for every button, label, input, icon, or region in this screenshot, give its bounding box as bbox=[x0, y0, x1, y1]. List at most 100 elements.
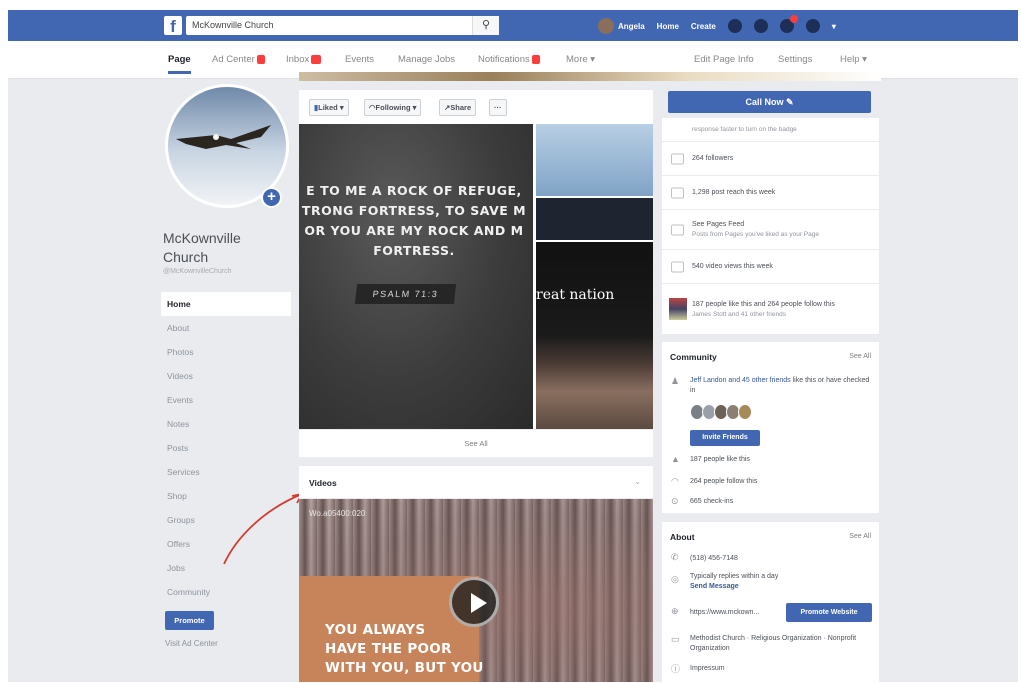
avatar[interactable] bbox=[738, 404, 752, 420]
tab-inbox[interactable]: Inbox bbox=[286, 54, 322, 65]
video-views-row[interactable]: 540 video views this week bbox=[662, 250, 879, 284]
tab-ad-center[interactable]: Ad Center bbox=[212, 54, 265, 65]
left-nav-item[interactable]: Posts bbox=[161, 436, 291, 460]
following-button[interactable]: ◠Following ▾ bbox=[364, 99, 422, 116]
more-options-button[interactable]: ··· bbox=[489, 99, 507, 116]
share-button[interactable]: ↗Share bbox=[439, 99, 477, 116]
left-nav-item[interactable]: Home bbox=[161, 292, 291, 316]
post-reach-row[interactable]: 1,298 post reach this week bbox=[662, 176, 879, 210]
notifications-icon[interactable] bbox=[779, 15, 798, 33]
left-nav-item[interactable]: Notes bbox=[161, 412, 291, 436]
count-badge bbox=[311, 54, 322, 64]
followers-row[interactable]: 264 followers bbox=[662, 142, 879, 176]
website-link[interactable]: https://www.mckown... bbox=[690, 608, 780, 618]
about-title[interactable]: About bbox=[670, 532, 695, 542]
chart-icon bbox=[671, 187, 684, 198]
about-see-all-link[interactable]: See All bbox=[849, 533, 871, 540]
verse-line: FORTRESS. bbox=[373, 243, 455, 258]
search-button[interactable]: ⚲ bbox=[472, 16, 499, 35]
friends-link[interactable]: Jeff Landon and 45 other friends bbox=[690, 377, 791, 384]
browser-frame: f McKownville Church ⚲ Angela Home Creat… bbox=[8, 10, 1018, 682]
video-player[interactable]: Wo.a05400:020 YOU ALWAYS HAVE THE POOR W… bbox=[299, 499, 653, 682]
overlay-line: WITH YOU, BUT YOU bbox=[325, 660, 484, 676]
badge-hint-row: response faster to turn on the badge bbox=[662, 118, 879, 142]
left-nav-item[interactable]: About bbox=[161, 316, 291, 340]
dark-photo[interactable] bbox=[536, 198, 653, 240]
account-menu-icon[interactable]: ▾ bbox=[832, 22, 836, 31]
sky-photo[interactable] bbox=[536, 124, 653, 196]
pages-feed-row[interactable]: See Pages Feed Posts from Pages you've l… bbox=[662, 210, 879, 250]
community-card: Community See All ♟ Jeff Landon and 45 o… bbox=[662, 342, 879, 513]
help-icon[interactable] bbox=[805, 19, 820, 33]
overlay-line: YOU ALWAYS bbox=[325, 622, 426, 638]
left-nav-item[interactable]: Events bbox=[161, 388, 291, 412]
friend-requests-icon[interactable] bbox=[727, 19, 742, 33]
likes-follows-row[interactable]: 187 people like this and 264 people foll… bbox=[662, 284, 879, 334]
user-name: Angela bbox=[618, 21, 645, 31]
left-nav-item[interactable]: Videos bbox=[161, 364, 291, 388]
promote-button[interactable]: Promote bbox=[165, 611, 214, 630]
chevron-down-icon[interactable]: ⌄ bbox=[634, 477, 641, 486]
promote-website-button[interactable]: Promote Website bbox=[786, 603, 872, 622]
checkins-count: 665 check-ins bbox=[690, 498, 734, 505]
liked-button[interactable]: ▮Liked ▾ bbox=[309, 99, 349, 116]
tab-events[interactable]: Events bbox=[345, 54, 374, 65]
tab-help[interactable]: Help ▾ bbox=[840, 54, 867, 65]
rss-icon: ◠ bbox=[671, 476, 679, 486]
search-input[interactable]: McKownville Church bbox=[186, 16, 499, 35]
tab-inbox-label: Inbox bbox=[286, 54, 310, 65]
tab-page[interactable]: Page bbox=[168, 54, 191, 74]
overlay-line: HAVE THE POOR bbox=[325, 641, 452, 657]
facebook-logo[interactable]: f bbox=[164, 16, 182, 36]
page-username[interactable]: @McKownvilleChurch bbox=[163, 268, 232, 275]
phone-number[interactable]: (518) 456-7148 bbox=[690, 554, 870, 564]
tab-settings[interactable]: Settings bbox=[778, 54, 812, 65]
see-all-photos-link[interactable]: See All bbox=[299, 429, 653, 457]
update-profile-picture-button[interactable]: + bbox=[261, 187, 282, 208]
tab-notifications[interactable]: Notifications bbox=[478, 54, 540, 65]
globe-icon: ⊕ bbox=[671, 606, 679, 616]
home-link[interactable]: Home bbox=[657, 22, 679, 31]
call-now-button[interactable]: Call Now ✎ bbox=[668, 91, 871, 113]
left-nav-item[interactable]: Services bbox=[161, 460, 291, 484]
likes-count: 187 people like this bbox=[690, 456, 750, 463]
friends-icon: ♟ bbox=[671, 376, 680, 386]
community-see-all-link[interactable]: See All bbox=[849, 353, 871, 360]
messenger-icon[interactable] bbox=[753, 19, 768, 33]
invite-friends-button[interactable]: Invite Friends bbox=[690, 430, 760, 446]
psalm-photo[interactable]: E TO ME A ROCK OF REFUGE, TRONG FORTRESS… bbox=[299, 124, 533, 429]
video-icon bbox=[671, 261, 684, 272]
verse-text: E TO ME A ROCK OF REFUGE, TRONG FORTRESS… bbox=[299, 181, 539, 261]
profile-link[interactable]: Angela bbox=[598, 18, 645, 34]
play-icon bbox=[471, 593, 487, 613]
likes-follows-text: 187 people like this and 264 people foll… bbox=[692, 300, 835, 308]
badge-hint-text: response faster to turn on the badge bbox=[692, 126, 797, 133]
impressum-link[interactable]: Impressum bbox=[690, 664, 870, 674]
tab-more[interactable]: More ▾ bbox=[566, 54, 595, 65]
tab-edit-page-info[interactable]: Edit Page Info bbox=[694, 54, 754, 65]
tab-ad-center-label: Ad Center bbox=[212, 54, 255, 65]
pages-feed-subtext: Posts from Pages you've liked as your Pa… bbox=[692, 231, 819, 238]
search-icon: ⚲ bbox=[481, 19, 491, 31]
psalm-reference: PSALM 71:3 bbox=[354, 284, 457, 304]
reply-time-text: Typically replies within a day bbox=[690, 573, 779, 580]
great-nation-text: reat nation bbox=[536, 287, 615, 303]
create-link[interactable]: Create bbox=[691, 22, 716, 31]
left-nav-item[interactable]: Community bbox=[161, 580, 291, 604]
left-nav-item[interactable]: Photos bbox=[161, 340, 291, 364]
visit-ad-center-link[interactable]: Visit Ad Center bbox=[165, 639, 218, 648]
play-button[interactable] bbox=[449, 577, 499, 627]
community-title[interactable]: Community bbox=[670, 352, 717, 362]
crowd-photo[interactable]: reat nation bbox=[536, 242, 653, 429]
page-category[interactable]: Methodist Church · Religious Organizatio… bbox=[690, 634, 870, 654]
annotation-arrow bbox=[223, 493, 303, 565]
community-friends-text: Jeff Landon and 45 other friends like th… bbox=[690, 376, 870, 396]
reply-info: Typically replies within a day Send Mess… bbox=[690, 572, 870, 592]
pages-feed-text: See Pages Feed bbox=[692, 221, 745, 228]
friend-faces bbox=[690, 404, 752, 420]
verse-line: OR YOU ARE MY ROCK AND M bbox=[304, 223, 524, 238]
videos-title[interactable]: Videos bbox=[309, 478, 337, 488]
send-message-link[interactable]: Send Message bbox=[690, 582, 870, 592]
tab-manage-jobs[interactable]: Manage Jobs bbox=[398, 54, 455, 65]
tab-notifications-label: Notifications bbox=[478, 54, 530, 65]
